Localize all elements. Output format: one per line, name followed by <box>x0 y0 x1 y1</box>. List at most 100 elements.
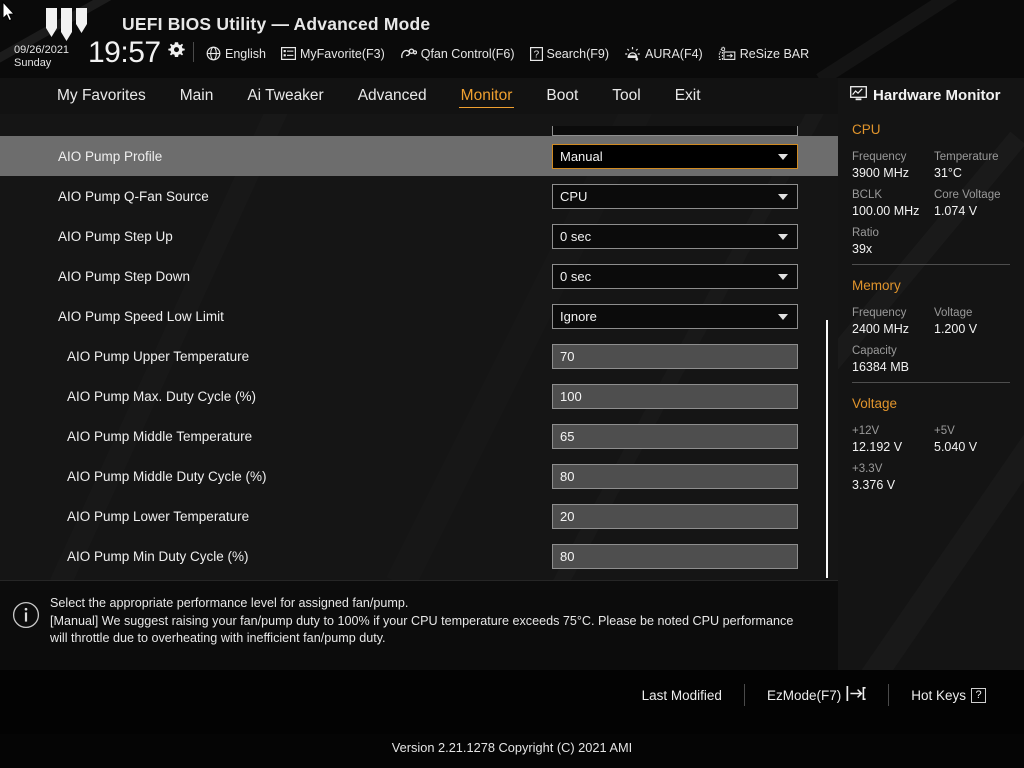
settings-row[interactable]: AIO Pump Middle Duty Cycle (%)80 <box>0 456 838 496</box>
hw-metric-value: 2400 MHz <box>852 321 909 338</box>
setting-dropdown[interactable]: 0 sec <box>552 264 798 289</box>
setting-control: 80 <box>552 464 798 489</box>
aura-label: AURA(F4) <box>645 47 703 61</box>
nav-tab-main[interactable]: Main <box>163 78 231 114</box>
hw-section-title: CPU <box>852 122 881 137</box>
text-input-value: 70 <box>553 349 574 364</box>
page-title: UEFI BIOS Utility — Advanced Mode <box>122 14 430 35</box>
setting-control: 80 <box>552 544 798 569</box>
setting-text-input[interactable]: 70 <box>552 344 798 369</box>
last-modified-button[interactable]: Last Modified <box>620 688 744 703</box>
nav-tab-my-favorites[interactable]: My Favorites <box>40 78 163 114</box>
hw-metric-value: 31°C <box>934 165 999 182</box>
help-line-1: Select the appropriate performance level… <box>50 595 825 613</box>
setting-text-input[interactable]: 80 <box>552 464 798 489</box>
setting-label: AIO Pump Step Down <box>58 269 190 284</box>
gear-icon[interactable] <box>168 41 185 58</box>
fan-icon <box>400 47 417 61</box>
help-line-2: [Manual] We suggest raising your fan/pum… <box>50 613 825 631</box>
globe-icon <box>206 46 221 61</box>
hw-metric-value: 39x <box>852 241 879 258</box>
settings-row[interactable]: AIO Pump Speed Low Limit Ignore <box>0 296 838 336</box>
text-input-value: 80 <box>553 549 574 564</box>
settings-row[interactable]: AIO Pump Q-Fan SourceCPU <box>0 176 838 216</box>
hotkeys-button[interactable]: Hot Keys ? <box>889 688 1008 703</box>
hw-metric-label: Core Voltage <box>934 188 1001 203</box>
setting-text-input[interactable]: 80 <box>552 544 798 569</box>
clipped-dropdown[interactable] <box>552 126 798 136</box>
qfan-control-label: Qfan Control(F6) <box>421 47 515 61</box>
info-icon <box>12 601 40 629</box>
nav-tab-monitor[interactable]: Monitor <box>444 78 530 114</box>
nav-tab-tool[interactable]: Tool <box>595 78 657 114</box>
setting-dropdown[interactable]: Manual <box>552 144 798 169</box>
version-footer: Version 2.21.1278 Copyright (C) 2021 AMI <box>0 740 1024 755</box>
hardware-monitor-title: Hardware Monitor <box>850 86 1001 105</box>
header-divider <box>193 42 194 62</box>
setting-text-input[interactable]: 65 <box>552 424 798 449</box>
system-date: 09/26/2021 Sunday <box>14 44 69 69</box>
hw-metric-label: +12V <box>852 424 902 439</box>
hw-metric-label: Frequency <box>852 306 909 321</box>
setting-control: CPU <box>552 184 798 209</box>
hw-metric-label: +3.3V <box>852 462 895 477</box>
hw-metric: BCLK100.00 MHz <box>852 188 919 220</box>
aura-button[interactable]: AURA(F4) <box>624 46 703 61</box>
language-button[interactable]: English <box>206 46 266 61</box>
list-icon <box>281 47 296 60</box>
hw-metric-value: 5.040 V <box>934 439 977 456</box>
setting-text-input[interactable]: 100 <box>552 384 798 409</box>
ezmode-button[interactable]: EzMode(F7) <box>745 686 888 704</box>
setting-label: AIO Pump Speed Low Limit <box>58 309 224 324</box>
setting-dropdown[interactable]: 0 sec <box>552 224 798 249</box>
search-label: Search(F9) <box>547 47 610 61</box>
settings-row[interactable]: AIO Pump Step Up 0 sec <box>0 216 838 256</box>
bottom-bar: Last Modified EzMode(F7) Hot Keys <box>0 670 1024 734</box>
header-quick-items: English MyFavorite(F3) <box>206 46 809 61</box>
setting-control: 20 <box>552 504 798 529</box>
vertical-scrollbar[interactable] <box>826 320 828 578</box>
settings-row[interactable]: AIO Pump Upper Temperature70 <box>0 336 838 376</box>
nav-tab-advanced[interactable]: Advanced <box>341 78 444 114</box>
setting-text-input[interactable]: 20 <box>552 504 798 529</box>
settings-row[interactable]: AIO Pump Max. Duty Cycle (%)100 <box>0 376 838 416</box>
nav-tab-boot[interactable]: Boot <box>529 78 595 114</box>
text-input-value: 100 <box>553 389 582 404</box>
setting-control: 100 <box>552 384 798 409</box>
resize-bar-button[interactable]: ReSize BAR <box>718 46 809 61</box>
resize-bar-label: ReSize BAR <box>740 47 809 61</box>
setting-dropdown[interactable]: Ignore <box>552 304 798 329</box>
setting-control: 0 sec <box>552 264 798 289</box>
nav-tab-list: My FavoritesMainAi TweakerAdvancedMonito… <box>40 78 718 114</box>
chevron-down-icon[interactable] <box>778 194 788 200</box>
chevron-down-icon[interactable] <box>778 314 788 320</box>
setting-dropdown[interactable]: CPU <box>552 184 798 209</box>
hw-metric-value: 3.376 V <box>852 477 895 494</box>
myfavorite-button[interactable]: MyFavorite(F3) <box>281 47 385 61</box>
nav-tab-exit[interactable]: Exit <box>658 78 718 114</box>
search-button[interactable]: ? Search(F9) <box>530 47 610 61</box>
qfan-control-button[interactable]: Qfan Control(F6) <box>400 47 515 61</box>
chevron-down-icon[interactable] <box>778 274 788 280</box>
chevron-down-icon[interactable] <box>778 234 788 240</box>
setting-label: AIO Pump Step Up <box>58 229 173 244</box>
dropdown-value: Ignore <box>553 309 597 324</box>
settings-row[interactable]: AIO Pump Lower Temperature20 <box>0 496 838 536</box>
settings-row[interactable]: AIO Pump Step Down 0 sec <box>0 256 838 296</box>
hw-metric: Core Voltage1.074 V <box>934 188 1001 220</box>
settings-row[interactable]: AIO Pump Min Duty Cycle (%)80 <box>0 536 838 576</box>
hw-metric-value: 1.074 V <box>934 203 1001 220</box>
section-divider <box>852 264 1010 265</box>
settings-row[interactable]: AIO Pump ProfileManual <box>0 136 838 176</box>
hardware-monitor-label: Hardware Monitor <box>873 87 1001 104</box>
help-line-3: will throttle due to overheating with in… <box>50 630 825 648</box>
nav-tab-ai-tweaker[interactable]: Ai Tweaker <box>230 78 340 114</box>
bios-screen: UEFI BIOS Utility — Advanced Mode 09/26/… <box>0 0 1024 768</box>
setting-control: Manual <box>552 144 798 169</box>
hw-metric-label: +5V <box>934 424 977 439</box>
hw-metric-value: 3900 MHz <box>852 165 909 182</box>
settings-row[interactable]: AIO Pump Middle Temperature65 <box>0 416 838 456</box>
hw-metric: Capacity16384 MB <box>852 344 909 376</box>
hw-metric-value: 16384 MB <box>852 359 909 376</box>
chevron-down-icon[interactable] <box>778 154 788 160</box>
